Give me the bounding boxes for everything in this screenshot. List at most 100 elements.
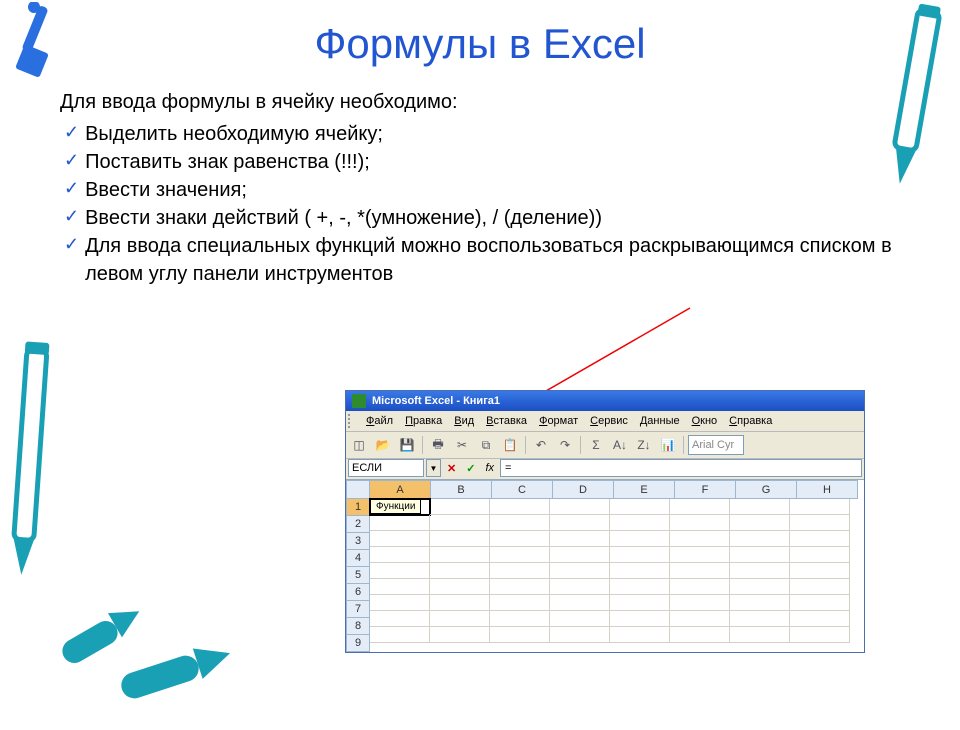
cut-icon[interactable]: ✂: [451, 434, 473, 456]
menu-file[interactable]: Файл: [366, 415, 393, 427]
sort-desc-icon[interactable]: Z↓: [633, 434, 655, 456]
cell[interactable]: [730, 627, 790, 643]
row-header-8[interactable]: 8: [346, 618, 370, 635]
sum-icon[interactable]: Σ: [585, 434, 607, 456]
menu-edit[interactable]: Правка: [405, 415, 442, 427]
cell[interactable]: [550, 563, 610, 579]
cell[interactable]: [670, 595, 730, 611]
cell[interactable]: [430, 499, 490, 515]
open-icon[interactable]: 📂: [372, 434, 394, 456]
cell[interactable]: [550, 611, 610, 627]
cell[interactable]: [730, 611, 790, 627]
cell[interactable]: [370, 579, 430, 595]
cell[interactable]: [550, 515, 610, 531]
cell[interactable]: [670, 499, 730, 515]
cell[interactable]: [730, 579, 790, 595]
cell[interactable]: [370, 531, 430, 547]
cell[interactable]: [790, 547, 850, 563]
cell[interactable]: [370, 595, 430, 611]
cell[interactable]: [490, 563, 550, 579]
cell[interactable]: [490, 579, 550, 595]
cell[interactable]: [490, 595, 550, 611]
cell[interactable]: [670, 627, 730, 643]
cell[interactable]: [430, 531, 490, 547]
cell[interactable]: [610, 595, 670, 611]
menu-data[interactable]: Данные: [640, 415, 680, 427]
cell[interactable]: [790, 611, 850, 627]
new-icon[interactable]: ◫: [348, 434, 370, 456]
cell[interactable]: [370, 611, 430, 627]
cell[interactable]: [610, 499, 670, 515]
row-header-9[interactable]: 9: [346, 635, 370, 652]
cell[interactable]: [790, 595, 850, 611]
col-header-f[interactable]: F: [675, 480, 736, 499]
cell[interactable]: [490, 547, 550, 563]
menu-view[interactable]: Вид: [454, 415, 474, 427]
row-header-6[interactable]: 6: [346, 584, 370, 601]
col-header-h[interactable]: H: [797, 480, 858, 499]
cell[interactable]: [730, 515, 790, 531]
cell[interactable]: [610, 579, 670, 595]
cell[interactable]: [430, 563, 490, 579]
print-icon[interactable]: 🖶: [427, 434, 449, 456]
cell[interactable]: [550, 499, 610, 515]
cell[interactable]: [730, 547, 790, 563]
formula-enter-icon[interactable]: ✓: [462, 462, 479, 475]
cell[interactable]: [490, 531, 550, 547]
fx-label-icon[interactable]: fx: [481, 462, 498, 474]
col-header-b[interactable]: B: [431, 480, 492, 499]
cell[interactable]: [430, 627, 490, 643]
cell[interactable]: [610, 563, 670, 579]
cell[interactable]: [550, 531, 610, 547]
cell[interactable]: [370, 547, 430, 563]
menu-format[interactable]: Формат: [539, 415, 578, 427]
menu-tools[interactable]: Сервис: [590, 415, 628, 427]
row-header-5[interactable]: 5: [346, 567, 370, 584]
row-header-2[interactable]: 2: [346, 516, 370, 533]
cell[interactable]: [550, 627, 610, 643]
cell[interactable]: [790, 627, 850, 643]
cell[interactable]: [550, 579, 610, 595]
col-header-g[interactable]: G: [736, 480, 797, 499]
cell[interactable]: [610, 515, 670, 531]
cell[interactable]: [670, 531, 730, 547]
font-name-box[interactable]: Arial Cyr: [688, 435, 744, 455]
cell[interactable]: [670, 611, 730, 627]
cell[interactable]: [670, 579, 730, 595]
cell[interactable]: [430, 579, 490, 595]
menu-window[interactable]: Окно: [692, 415, 718, 427]
cell[interactable]: [490, 627, 550, 643]
cell[interactable]: [550, 595, 610, 611]
cell[interactable]: [610, 611, 670, 627]
cell[interactable]: [490, 515, 550, 531]
redo-icon[interactable]: ↷: [554, 434, 576, 456]
copy-icon[interactable]: ⧉: [475, 434, 497, 456]
undo-icon[interactable]: ↶: [530, 434, 552, 456]
cell[interactable]: [430, 515, 490, 531]
cell[interactable]: [730, 499, 790, 515]
cell[interactable]: [430, 595, 490, 611]
cell[interactable]: [670, 547, 730, 563]
cell[interactable]: [610, 547, 670, 563]
cell[interactable]: [610, 627, 670, 643]
cell[interactable]: [550, 547, 610, 563]
formula-cancel-icon[interactable]: ✕: [443, 462, 460, 475]
cell[interactable]: [430, 611, 490, 627]
cell[interactable]: [730, 563, 790, 579]
select-all-corner[interactable]: [346, 480, 370, 499]
cell[interactable]: [730, 595, 790, 611]
row-header-3[interactable]: 3: [346, 533, 370, 550]
cell[interactable]: [790, 563, 850, 579]
col-header-d[interactable]: D: [553, 480, 614, 499]
cell[interactable]: [490, 499, 550, 515]
sort-asc-icon[interactable]: A↓: [609, 434, 631, 456]
cell[interactable]: [670, 563, 730, 579]
name-box[interactable]: ЕСЛИ: [348, 459, 424, 477]
cell[interactable]: [490, 611, 550, 627]
cell[interactable]: [610, 531, 670, 547]
cell[interactable]: [430, 547, 490, 563]
save-icon[interactable]: 💾: [396, 434, 418, 456]
formula-input[interactable]: =: [500, 459, 862, 477]
cell[interactable]: [370, 627, 430, 643]
cell[interactable]: [370, 563, 430, 579]
